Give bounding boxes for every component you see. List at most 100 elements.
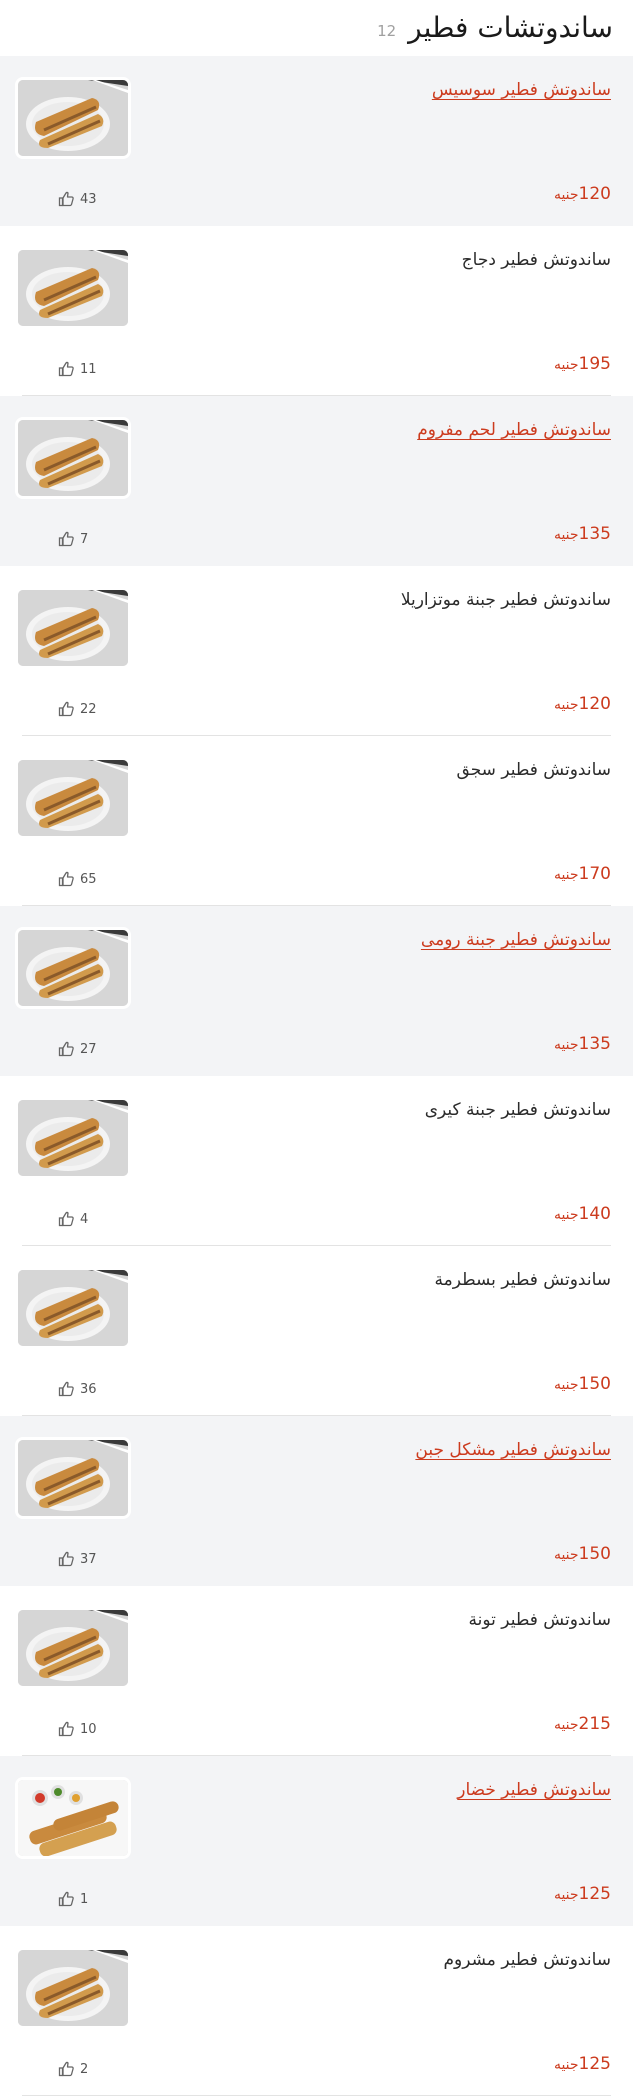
menu-item-list: ساندوتش فطير سوسيس 120جنيه 43 ساندوتش فط… (0, 56, 633, 2096)
category-title: ساندوتشات فطير (408, 11, 613, 44)
like-count: 27 (80, 1041, 97, 1057)
menu-item[interactable]: ساندوتش فطير سوسيس 120جنيه 43 (0, 56, 633, 226)
menu-item[interactable]: ساندوتش فطير تونة 215جنيه 10 (0, 1586, 633, 1756)
menu-item[interactable]: ساندوتش فطير لحم مفروم 135جنيه 7 (0, 396, 633, 566)
menu-item-name[interactable]: ساندوتش فطير بسطرمة (434, 1270, 611, 1290)
menu-item-image[interactable] (18, 1100, 128, 1176)
menu-item-image[interactable] (18, 590, 128, 666)
like-count: 22 (80, 701, 97, 717)
menu-item-price: 170جنيه (554, 864, 611, 884)
menu-item[interactable]: ساندوتش فطير سجق 170جنيه 65 (0, 736, 633, 906)
thumbs-up-icon (58, 531, 76, 547)
menu-item[interactable]: ساندوتش فطير جبنة كيرى 140جنيه 4 (0, 1076, 633, 1246)
thumbs-up-icon (58, 701, 76, 717)
menu-item-price: 120جنيه (554, 694, 611, 714)
menu-item-name[interactable]: ساندوتش فطير مشروم (444, 1950, 611, 1970)
menu-item-name[interactable]: ساندوتش فطير جبنة رومى (421, 930, 611, 950)
menu-item-name[interactable]: ساندوتش فطير دجاج (462, 250, 611, 270)
currency-label: جنيه (553, 357, 579, 373)
menu-item-name[interactable]: ساندوتش فطير جبنة كيرى (425, 1100, 611, 1120)
item-count: 12 (377, 22, 397, 40)
price-value: 135 (578, 1034, 611, 1054)
menu-page: ساندوتشات فطير 12 ساندوتش فطير سوسيس 120… (0, 0, 633, 2096)
currency-label: جنيه (553, 867, 579, 883)
like-button[interactable]: 10 (58, 1721, 97, 1737)
currency-label: جنيه (553, 1377, 579, 1393)
price-value: 195 (578, 354, 611, 374)
menu-item-price: 125جنيه (554, 2054, 611, 2074)
like-button[interactable]: 22 (58, 701, 97, 717)
like-button[interactable]: 65 (58, 871, 97, 887)
like-button[interactable]: 36 (58, 1381, 97, 1397)
like-button[interactable]: 4 (58, 1211, 88, 1227)
currency-label: جنيه (553, 1887, 579, 1903)
menu-item[interactable]: ساندوتش فطير خضار 125جنيه 1 (0, 1756, 633, 1926)
menu-item-name[interactable]: ساندوتش فطير سوسيس (432, 80, 611, 100)
menu-item-price: 150جنيه (554, 1544, 611, 1564)
menu-item-image[interactable] (18, 80, 128, 156)
menu-item-name[interactable]: ساندوتش فطير جبنة موتزاريلا (401, 590, 611, 610)
menu-item-name[interactable]: ساندوتش فطير خضار (457, 1780, 611, 1800)
menu-item-image[interactable] (18, 930, 128, 1006)
like-count: 43 (80, 191, 97, 207)
menu-item-image[interactable] (18, 250, 128, 326)
like-count: 7 (80, 531, 89, 547)
like-button[interactable]: 27 (58, 1041, 97, 1057)
menu-item-image[interactable] (18, 420, 128, 496)
like-count: 36 (80, 1381, 97, 1397)
menu-item[interactable]: ساندوتش فطير جبنة موتزاريلا 120جنيه 22 (0, 566, 633, 736)
menu-item-price: 215جنيه (554, 1714, 611, 1734)
like-button[interactable]: 43 (58, 191, 97, 207)
price-value: 140 (578, 1204, 611, 1224)
menu-item-price: 135جنيه (554, 524, 611, 544)
menu-item-name[interactable]: ساندوتش فطير تونة (469, 1610, 611, 1630)
menu-item-price: 125جنيه (554, 1884, 611, 1904)
currency-label: جنيه (553, 1547, 579, 1563)
like-count: 11 (80, 361, 97, 377)
menu-item[interactable]: ساندوتش فطير دجاج 195جنيه 11 (0, 226, 633, 396)
price-value: 125 (578, 1884, 611, 1904)
like-count: 37 (80, 1551, 97, 1567)
price-value: 125 (578, 2054, 611, 2074)
like-count: 65 (80, 871, 97, 887)
price-value: 120 (578, 184, 611, 204)
menu-item-image[interactable] (18, 760, 128, 836)
price-value: 215 (578, 1714, 611, 1734)
like-button[interactable]: 1 (58, 1891, 88, 1907)
menu-item-image[interactable] (18, 1270, 128, 1346)
menu-item[interactable]: ساندوتش فطير مشروم 125جنيه 2 (0, 1926, 633, 2096)
menu-item[interactable]: ساندوتش فطير جبنة رومى 135جنيه 27 (0, 906, 633, 1076)
menu-item-price: 150جنيه (554, 1374, 611, 1394)
like-count: 10 (80, 1721, 97, 1737)
currency-label: جنيه (553, 527, 579, 543)
thumbs-up-icon (58, 361, 76, 377)
price-value: 150 (578, 1374, 611, 1394)
price-value: 150 (578, 1544, 611, 1564)
menu-item[interactable]: ساندوتش فطير مشكل جبن 150جنيه 37 (0, 1416, 633, 1586)
currency-label: جنيه (553, 1207, 579, 1223)
thumbs-up-icon (58, 1891, 76, 1907)
menu-item-image[interactable] (18, 1610, 128, 1686)
menu-item-price: 135جنيه (554, 1034, 611, 1054)
currency-label: جنيه (553, 187, 579, 203)
currency-label: جنيه (553, 1037, 579, 1053)
menu-item-image[interactable] (18, 1950, 128, 2026)
currency-label: جنيه (553, 2057, 579, 2073)
menu-item-price: 140جنيه (554, 1204, 611, 1224)
like-button[interactable]: 7 (58, 531, 88, 547)
menu-item-name[interactable]: ساندوتش فطير سجق (457, 760, 611, 780)
like-button[interactable]: 2 (58, 2061, 88, 2077)
menu-item-image[interactable] (18, 1440, 128, 1516)
thumbs-up-icon (58, 1381, 76, 1397)
menu-item[interactable]: ساندوتش فطير بسطرمة 150جنيه 36 (0, 1246, 633, 1416)
menu-item-image[interactable] (18, 1780, 128, 1856)
thumbs-up-icon (58, 2061, 76, 2077)
thumbs-up-icon (58, 1551, 76, 1567)
like-button[interactable]: 11 (58, 361, 97, 377)
menu-item-name[interactable]: ساندوتش فطير مشكل جبن (415, 1440, 611, 1460)
thumbs-up-icon (58, 191, 76, 207)
menu-item-name[interactable]: ساندوتش فطير لحم مفروم (417, 420, 611, 440)
like-button[interactable]: 37 (58, 1551, 97, 1567)
thumbs-up-icon (58, 1211, 76, 1227)
currency-label: جنيه (553, 1717, 579, 1733)
